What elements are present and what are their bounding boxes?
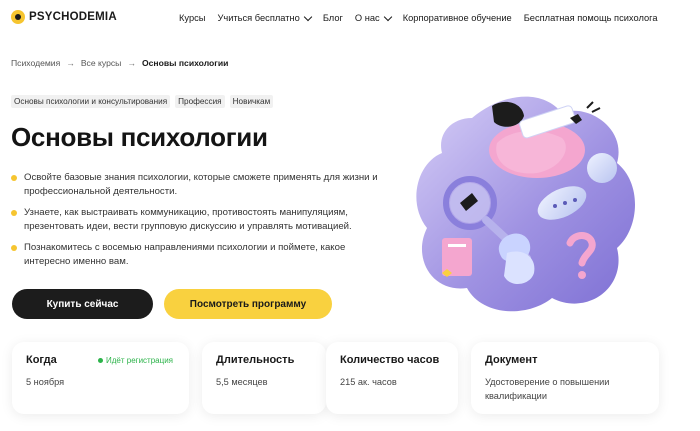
card-value: Удостоверение о повышении квалификации bbox=[485, 377, 610, 401]
nav-item-free-help[interactable]: Бесплатная помощь психолога bbox=[524, 13, 658, 23]
nav-label: Блог bbox=[322, 13, 343, 23]
tag-beginners[interactable]: Новичкам bbox=[229, 95, 274, 108]
breadcrumb-courses[interactable]: Все курсы bbox=[81, 58, 122, 68]
nav-label: Корпоративное обучение bbox=[402, 13, 512, 23]
breadcrumb-home[interactable]: Психодемия bbox=[11, 58, 60, 68]
card-value: 215 ак. часов bbox=[340, 377, 397, 387]
status-dot-icon bbox=[98, 358, 104, 363]
card-title: Документ bbox=[485, 354, 538, 366]
card-title: Количество часов bbox=[340, 354, 440, 366]
logo-text: PSYCHODEMIA bbox=[29, 11, 117, 23]
nav-label: Курсы bbox=[179, 13, 206, 23]
bullet-dot-icon bbox=[11, 245, 17, 251]
course-illustration bbox=[416, 96, 636, 312]
card-title: Длительность bbox=[216, 354, 295, 366]
info-card-hours: Количество часов 215 ак. часов bbox=[326, 342, 458, 414]
list-item: Узнаете, как выстраивать коммуникацию, п… bbox=[11, 206, 381, 234]
breadcrumb-arrow-icon: → bbox=[127, 58, 136, 68]
nav-item-blog[interactable]: Блог bbox=[323, 13, 343, 23]
info-card-duration: Длительность 5,5 месяцев bbox=[202, 342, 326, 414]
list-item: Освойте базовые знания психологии, котор… bbox=[11, 171, 381, 199]
nav-label: О нас bbox=[354, 13, 380, 23]
card-value: 5 ноября bbox=[26, 377, 65, 387]
nav-item-corporate[interactable]: Корпоративное обучение bbox=[403, 13, 512, 23]
breadcrumb-arrow-icon: → bbox=[66, 58, 75, 68]
info-card-start-date: Когда Идёт регистрация 5 ноября bbox=[12, 342, 189, 414]
course-tags: Основы психологии и консультирования Про… bbox=[11, 95, 274, 108]
nav-item-free-learning[interactable]: Учиться бесплатно bbox=[217, 12, 313, 23]
main-nav: Курсы Учиться бесплатно Блог О нас Корпо… bbox=[179, 12, 658, 23]
page-title: Основы психологии bbox=[11, 122, 268, 152]
nav-item-courses[interactable]: Курсы bbox=[179, 13, 205, 23]
buy-now-button[interactable]: Купить сейчас bbox=[12, 289, 153, 319]
info-card-document: Документ Удостоверение о повышении квали… bbox=[471, 342, 659, 414]
status-badge: Идёт регистрация bbox=[98, 356, 173, 365]
logo-icon bbox=[11, 10, 25, 24]
list-item-text: Познакомитесь с восемью направлениями пс… bbox=[24, 242, 346, 267]
status-badge-text: Идёт регистрация bbox=[106, 356, 173, 365]
view-program-button[interactable]: Посмотреть программу bbox=[164, 289, 332, 319]
bullet-dot-icon bbox=[11, 210, 17, 216]
tag-profession[interactable]: Профессия bbox=[175, 95, 225, 108]
site-header: PSYCHODEMIA Курсы Учиться бесплатно Блог… bbox=[0, 0, 700, 40]
tag-category[interactable]: Основы психологии и консультирования bbox=[11, 95, 171, 108]
nav-label: Бесплатная помощь психолога bbox=[523, 13, 658, 23]
chevron-down-icon bbox=[303, 12, 313, 21]
breadcrumb-current: Основы психологии bbox=[141, 58, 229, 68]
logo[interactable]: PSYCHODEMIA bbox=[11, 10, 117, 24]
chevron-down-icon bbox=[383, 12, 392, 21]
list-item-text: Узнаете, как выстраивать коммуникацию, п… bbox=[24, 207, 352, 232]
course-benefits-list: Освойте базовые знания психологии, котор… bbox=[11, 171, 381, 276]
card-value: 5,5 месяцев bbox=[216, 377, 268, 387]
list-item: Познакомитесь с восемью направлениями пс… bbox=[11, 241, 381, 269]
list-item-text: Освойте базовые знания психологии, котор… bbox=[24, 172, 378, 197]
bullet-dot-icon bbox=[11, 175, 17, 181]
nav-label: Учиться бесплатно bbox=[217, 13, 300, 23]
nav-item-about[interactable]: О нас bbox=[354, 12, 392, 23]
breadcrumb: Психодемия → Все курсы → Основы психолог… bbox=[11, 58, 228, 68]
